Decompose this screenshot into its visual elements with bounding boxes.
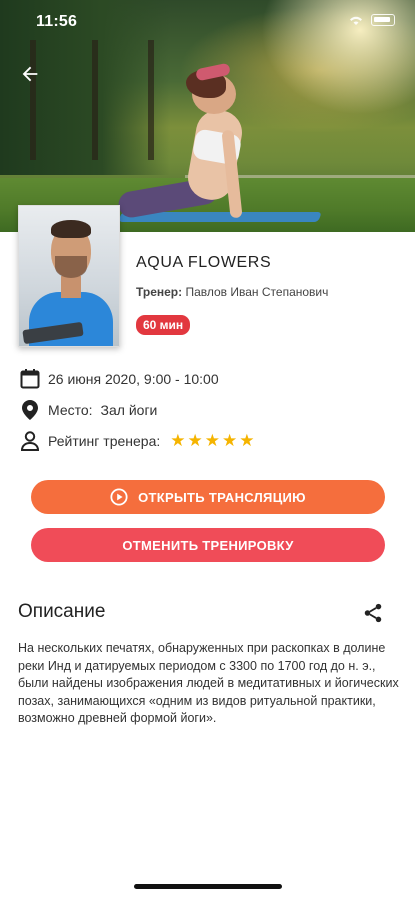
class-title: AQUA FLOWERS <box>136 254 272 271</box>
battery-icon <box>371 14 395 26</box>
back-button[interactable] <box>12 56 48 92</box>
place-label: Место: <box>48 402 93 418</box>
open-stream-button[interactable]: ОТКРЫТЬ ТРАНСЛЯЦИЮ <box>31 480 385 514</box>
coach-name: Павлов Иван Степанович <box>185 285 329 299</box>
photo-neck <box>61 276 81 298</box>
open-stream-label: ОТКРЫТЬ ТРАНСЛЯЦИЮ <box>138 489 306 505</box>
tree-trunk <box>92 40 98 160</box>
calendar-icon <box>20 368 40 390</box>
share-icon <box>364 603 382 623</box>
photo-hair <box>51 220 91 238</box>
cancel-training-label: ОТМЕНИТЬ ТРЕНИРОВКУ <box>122 537 294 553</box>
tree-trunk <box>148 40 154 160</box>
place-row: Место: Зал йоги <box>20 399 157 421</box>
description-title: Описание <box>18 601 106 622</box>
share-button[interactable] <box>360 600 386 626</box>
place-value: Зал йоги <box>100 402 158 418</box>
date-row: 26 июня 2020, 9:00 - 10:00 <box>20 368 219 390</box>
duration-badge: 60 мин <box>136 315 191 335</box>
status-time: 11:56 <box>36 13 78 30</box>
star-icon: ★ <box>204 431 221 450</box>
star-icon: ★ <box>170 431 186 450</box>
cancel-training-button[interactable]: ОТМЕНИТЬ ТРЕНИРОВКУ <box>31 528 385 562</box>
location-pin-icon <box>20 399 40 421</box>
star-icon: ★ <box>239 431 255 450</box>
person-icon <box>20 430 40 452</box>
coach-label: Тренер: <box>136 285 183 299</box>
description-text: На нескольких печатях, обнаруженных при … <box>18 641 399 726</box>
play-circle-icon <box>110 488 128 506</box>
home-indicator[interactable] <box>134 884 282 889</box>
status-bar: 11:56 <box>0 0 415 44</box>
photo-beard <box>55 256 87 278</box>
arrow-left-icon <box>22 66 38 82</box>
coach-line: Тренер: Павлов Иван Степанович <box>136 285 328 299</box>
star-icon: ★ <box>187 431 203 450</box>
rating-label: Рейтинг тренера: <box>48 433 161 449</box>
wifi-icon <box>350 16 362 25</box>
rating-stars: ★ ★ ★ ★ ★ <box>170 431 254 451</box>
event-date: 26 июня 2020, 9:00 - 10:00 <box>48 371 219 387</box>
star-icon: ★ <box>222 431 238 450</box>
trainer-photo <box>18 205 120 347</box>
rating-row: Рейтинг тренера: ★ ★ ★ ★ ★ <box>20 430 255 452</box>
